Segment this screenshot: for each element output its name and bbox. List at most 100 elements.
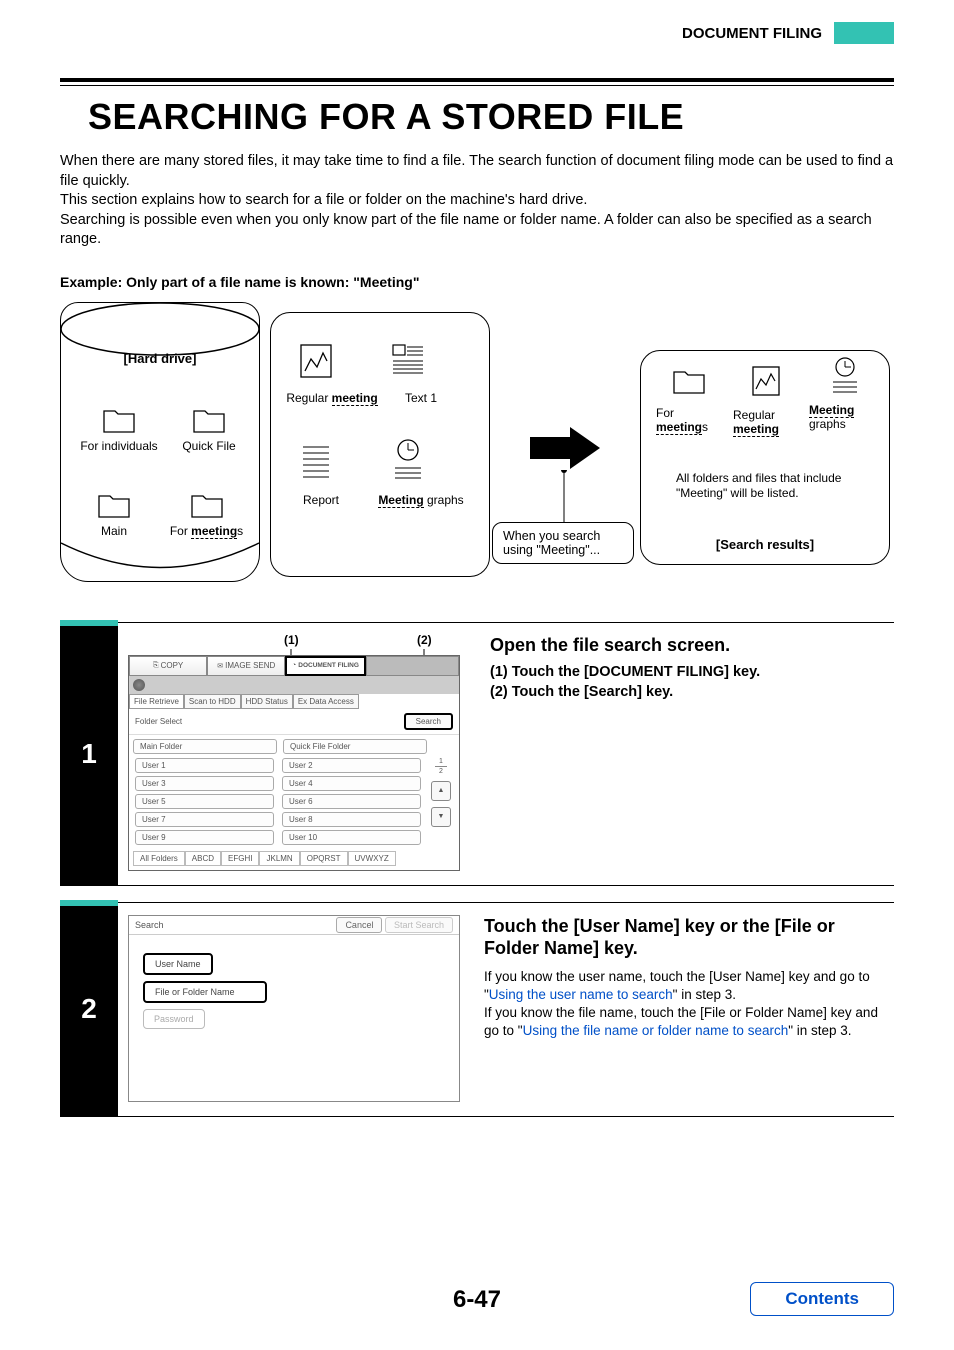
arrow-right-icon bbox=[530, 427, 600, 469]
page-down-button[interactable]: ▼ bbox=[431, 807, 451, 827]
clock-file-icon bbox=[830, 356, 860, 396]
subtab-hdd-status[interactable]: HDD Status bbox=[241, 694, 293, 709]
alpha-tabs: All Folders ABCD EFGHI JKLMN OPQRST UVWX… bbox=[129, 851, 459, 870]
list-item[interactable]: User 1 bbox=[135, 758, 274, 773]
step1-line1: (1) Touch the [DOCUMENT FILING] key. bbox=[490, 664, 760, 680]
file-label: Text 1 bbox=[391, 391, 451, 405]
intro-p3: Searching is possible even when you only… bbox=[60, 211, 894, 250]
page-up-button[interactable]: ▲ bbox=[431, 781, 451, 801]
rule-top-thin bbox=[60, 85, 894, 86]
folder-icon bbox=[97, 493, 131, 519]
user-col-left: User 1 User 3 User 5 User 7 User 9 bbox=[135, 758, 274, 845]
file-label: Regular meeting bbox=[277, 391, 387, 405]
step-2: 2 Search Cancel Start Search User Name F… bbox=[60, 902, 894, 1117]
user-folders: User 1 User 3 User 5 User 7 User 9 User … bbox=[129, 754, 459, 851]
list-item[interactable]: User 5 bbox=[135, 794, 274, 809]
list-item[interactable]: User 6 bbox=[282, 794, 421, 809]
step-content: (1) (2) ⎘COPY ✉IMAGE SEND ◔DOCUMENT FILI… bbox=[118, 622, 894, 886]
list-item[interactable]: User 2 bbox=[282, 758, 421, 773]
cylinder-bottom bbox=[60, 542, 260, 582]
list-item[interactable]: User 10 bbox=[282, 830, 421, 845]
alpha-tab[interactable]: ABCD bbox=[185, 851, 221, 866]
list-item[interactable]: User 4 bbox=[282, 776, 421, 791]
file-text1 bbox=[391, 343, 425, 384]
step-band bbox=[60, 620, 118, 626]
alpha-tab[interactable]: OPQRST bbox=[300, 851, 348, 866]
globe-row bbox=[129, 676, 459, 694]
alpha-tab[interactable]: All Folders bbox=[133, 851, 185, 866]
result-folder-label: For meetings bbox=[656, 406, 721, 434]
link-user-search[interactable]: Using the user name to search bbox=[489, 987, 673, 1002]
password-button[interactable]: Password bbox=[143, 1009, 205, 1029]
search-title: Search bbox=[135, 920, 164, 930]
step1-instructions: Open the file search screen. (1) Touch t… bbox=[466, 635, 760, 871]
result-file2: Meeting graphs bbox=[809, 356, 881, 431]
search-button[interactable]: Search bbox=[404, 713, 453, 730]
tab-blank bbox=[366, 656, 459, 676]
contents-button[interactable]: Contents bbox=[750, 1282, 894, 1316]
search-panel: Search Cancel Start Search User Name Fil… bbox=[128, 915, 460, 1102]
list-item[interactable]: User 7 bbox=[135, 812, 274, 827]
step-content: Search Cancel Start Search User Name Fil… bbox=[118, 902, 894, 1117]
text-file-icon bbox=[391, 343, 425, 379]
section-title: DOCUMENT FILING bbox=[682, 25, 822, 42]
step-number: 2 bbox=[60, 902, 118, 1117]
chart-icon bbox=[299, 343, 333, 379]
alpha-tab[interactable]: EFGHI bbox=[221, 851, 259, 866]
search-panel-top: Search Cancel Start Search bbox=[129, 916, 459, 935]
user-col-right: User 2 User 4 User 6 User 8 User 10 bbox=[282, 758, 421, 845]
step2-body: If you know the user name, touch the [Us… bbox=[484, 968, 894, 1041]
file-label: Meeting graphs bbox=[361, 493, 481, 507]
callout-1: (1) bbox=[284, 633, 299, 647]
subtab-ex-data[interactable]: Ex Data Access bbox=[293, 694, 359, 709]
intro-p1: When there are many stored files, it may… bbox=[60, 152, 894, 191]
cylinder-top bbox=[60, 302, 260, 357]
alpha-tab[interactable]: JKLMN bbox=[259, 851, 299, 866]
subtab-scan-hdd[interactable]: Scan to HDD bbox=[184, 694, 241, 709]
list-item[interactable]: User 3 bbox=[135, 776, 274, 791]
section-header: DOCUMENT FILING bbox=[682, 22, 894, 44]
intro-p2: This section explains how to search for … bbox=[60, 191, 894, 211]
folder-individuals: For individuals bbox=[79, 408, 159, 453]
example-line: Example: Only part of a file name is kno… bbox=[60, 274, 894, 290]
tab-copy[interactable]: ⎘COPY bbox=[129, 656, 207, 676]
hdd-label: [Hard drive] bbox=[61, 351, 259, 366]
chart-icon bbox=[751, 365, 781, 397]
user-name-button[interactable]: User Name bbox=[143, 953, 213, 975]
folder-icon bbox=[102, 408, 136, 434]
files-box: Regular meeting Text 1 Report Meeting gr… bbox=[270, 312, 490, 577]
file-or-folder-button[interactable]: File or Folder Name bbox=[143, 981, 267, 1003]
tab-document-filing[interactable]: ◔DOCUMENT FILING bbox=[285, 656, 365, 676]
pager: 12 ▲ ▼ bbox=[429, 758, 453, 845]
folder-label: For meetings bbox=[159, 524, 254, 538]
start-search-button[interactable]: Start Search bbox=[385, 917, 453, 933]
result-file1: Regular meeting bbox=[733, 365, 798, 436]
file-report bbox=[299, 443, 333, 488]
step1-line2: (2) Touch the [Search] key. bbox=[490, 684, 760, 700]
folder-icon bbox=[672, 369, 706, 395]
file-regular-meeting bbox=[299, 343, 333, 384]
results-label: [Search results] bbox=[641, 537, 889, 552]
subtab-file-retrieve[interactable]: File Retrieve bbox=[129, 694, 184, 709]
step2-instructions: Touch the [User Name] key or the [File o… bbox=[460, 915, 894, 1102]
step-number: 1 bbox=[60, 622, 118, 886]
tab-image-send[interactable]: ✉IMAGE SEND bbox=[207, 656, 285, 676]
list-item[interactable]: User 9 bbox=[135, 830, 274, 845]
folder-icon bbox=[192, 408, 226, 434]
page-indicator: 12 bbox=[435, 758, 447, 775]
file-meeting-graphs bbox=[391, 438, 425, 487]
main-folder-chip[interactable]: Main Folder bbox=[133, 739, 277, 754]
cancel-button[interactable]: Cancel bbox=[336, 917, 382, 933]
link-file-search[interactable]: Using the file name or folder name to se… bbox=[523, 1023, 789, 1038]
result-file1-label: Regular meeting bbox=[733, 408, 798, 436]
lines-icon bbox=[299, 443, 333, 483]
quick-file-chip[interactable]: Quick File Folder bbox=[283, 739, 427, 754]
step-band bbox=[60, 900, 118, 906]
mode-tabs: ⎘COPY ✉IMAGE SEND ◔DOCUMENT FILING bbox=[129, 656, 459, 676]
list-item[interactable]: User 8 bbox=[282, 812, 421, 827]
step1-head: Open the file search screen. bbox=[490, 635, 760, 656]
result-folder: For meetings bbox=[656, 369, 721, 434]
alpha-tab[interactable]: UVWXYZ bbox=[348, 851, 396, 866]
section-color-block bbox=[834, 22, 894, 44]
hdd-box: [Hard drive] For individuals Quick File … bbox=[60, 302, 260, 582]
